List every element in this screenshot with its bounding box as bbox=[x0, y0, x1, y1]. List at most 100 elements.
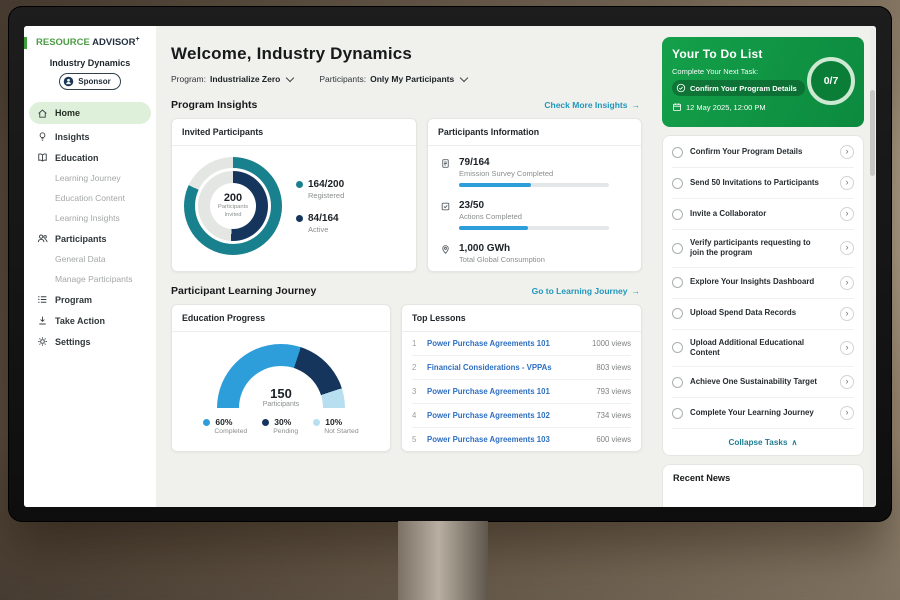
todo-next-task[interactable]: Confirm Your Program Details bbox=[672, 80, 805, 96]
participants-dropdown[interactable]: Participants: Only My Participants bbox=[319, 74, 467, 84]
lesson-link[interactable]: Power Purchase Agreements 103 bbox=[427, 435, 588, 444]
legend-active: 84/164 Active bbox=[296, 213, 344, 234]
sidebar-item-participants[interactable]: Participants bbox=[24, 228, 156, 249]
task-checkbox[interactable] bbox=[672, 342, 683, 353]
sidebar-item-home[interactable]: Home bbox=[29, 102, 151, 124]
todo-task[interactable]: Explore Your Insights Dashboard bbox=[672, 268, 854, 299]
card-title: Education Progress bbox=[172, 305, 390, 332]
logo-plus: + bbox=[135, 36, 139, 43]
learning-cards-row: Education Progress 150 Participants 60 bbox=[171, 304, 642, 452]
task-checkbox[interactable] bbox=[672, 178, 683, 189]
sidebar-item-label: Participants bbox=[55, 234, 107, 244]
section-title: Program Insights bbox=[171, 99, 257, 111]
task-checkbox[interactable] bbox=[672, 377, 683, 388]
program-dropdown[interactable]: Program: Industrialize Zero bbox=[171, 74, 293, 84]
chevron-right-icon[interactable] bbox=[840, 375, 854, 389]
recent-news-card: Recent News bbox=[662, 464, 864, 507]
sidebar-item-learning-insights[interactable]: Learning Insights bbox=[24, 208, 156, 228]
participants-information-card: Participants Information 79/164 Emission… bbox=[427, 118, 642, 272]
task-checkbox[interactable] bbox=[672, 243, 683, 254]
task-label: Achieve One Sustainability Target bbox=[690, 377, 833, 387]
lesson-link[interactable]: Financial Considerations - VPPAs bbox=[427, 363, 588, 372]
top-lessons-card: Top Lessons 1 Power Purchase Agreements … bbox=[401, 304, 642, 452]
sidebar-item-take-action[interactable]: Take Action bbox=[24, 310, 156, 331]
main-content: Welcome, Industry Dynamics Program: Indu… bbox=[156, 26, 654, 507]
sidebar-item-learning-journey[interactable]: Learning Journey bbox=[24, 168, 156, 188]
stat-label: Actions Completed bbox=[459, 212, 609, 221]
collapse-label: Collapse Tasks bbox=[728, 438, 787, 447]
sidebar-item-education[interactable]: Education bbox=[24, 147, 156, 168]
lessons-list: 1 Power Purchase Agreements 101 1000 vie… bbox=[402, 332, 641, 451]
go-to-learning-journey-link[interactable]: Go to Learning Journey → bbox=[532, 286, 640, 296]
sidebar: RESOURCE ADVISOR+ Industry Dynamics Spon… bbox=[24, 26, 157, 507]
chevron-right-icon[interactable] bbox=[840, 341, 854, 355]
sidebar-item-label: Manage Participants bbox=[55, 274, 133, 284]
participants-icon bbox=[37, 233, 48, 244]
legend-completed: 60% Completed bbox=[203, 417, 247, 435]
scrollbar-track[interactable] bbox=[870, 28, 875, 505]
progress-bar bbox=[459, 183, 609, 187]
chevron-right-icon[interactable] bbox=[840, 145, 854, 159]
todo-header-card: Your To Do List Complete Your Next Task:… bbox=[662, 37, 864, 127]
todo-task[interactable]: Upload Spend Data Records bbox=[672, 299, 854, 330]
gauge-center-value: 150 bbox=[217, 386, 345, 401]
lesson-views: 600 views bbox=[596, 435, 631, 444]
todo-task[interactable]: Verify participants requesting to join t… bbox=[672, 230, 854, 268]
todo-task[interactable]: Upload Additional Educational Content bbox=[672, 330, 854, 368]
sidebar-item-insights[interactable]: Insights bbox=[24, 126, 156, 147]
lesson-views: 734 views bbox=[596, 411, 631, 420]
todo-task[interactable]: Confirm Your Program Details bbox=[672, 137, 854, 168]
sidebar-item-settings[interactable]: Settings bbox=[24, 331, 156, 352]
todo-next-task-label: Confirm Your Program Details bbox=[690, 84, 797, 93]
chevron-right-icon[interactable] bbox=[840, 176, 854, 190]
lesson-link[interactable]: Power Purchase Agreements 101 bbox=[427, 339, 584, 348]
task-label: Confirm Your Program Details bbox=[690, 147, 833, 157]
legend-value: 60% bbox=[215, 417, 232, 427]
check-more-insights-link[interactable]: Check More Insights → bbox=[544, 100, 640, 110]
lesson-link[interactable]: Power Purchase Agreements 101 bbox=[427, 387, 588, 396]
gear-icon bbox=[37, 336, 48, 347]
progress-bar bbox=[459, 226, 609, 230]
stat-actions-completed: 23/50 Actions Completed bbox=[440, 194, 629, 237]
chevron-right-icon[interactable] bbox=[840, 406, 854, 420]
arrow-right-icon: → bbox=[632, 286, 641, 296]
task-checkbox[interactable] bbox=[672, 209, 683, 220]
stat-value: 23/50 bbox=[459, 200, 609, 211]
todo-task[interactable]: Complete Your Learning Journey bbox=[672, 398, 854, 429]
legend-registered: 164/200 Registered bbox=[296, 179, 344, 200]
education-icon bbox=[37, 152, 48, 163]
card-title: Participants Information bbox=[428, 119, 641, 146]
sidebar-item-program[interactable]: Program bbox=[24, 289, 156, 310]
chevron-right-icon[interactable] bbox=[840, 276, 854, 290]
sidebar-item-education-content[interactable]: Education Content bbox=[24, 188, 156, 208]
lesson-link[interactable]: Power Purchase Agreements 102 bbox=[427, 411, 588, 420]
sidebar-item-label: Take Action bbox=[55, 316, 105, 326]
sidebar-item-label: General Data bbox=[55, 254, 106, 264]
chevron-right-icon[interactable] bbox=[840, 307, 854, 321]
survey-icon bbox=[440, 158, 451, 187]
sponsor-badge[interactable]: Sponsor bbox=[59, 73, 120, 90]
todo-task[interactable]: Achieve One Sustainability Target bbox=[672, 367, 854, 398]
participants-value: Only My Participants bbox=[370, 74, 454, 84]
program-insights-header: Program Insights Check More Insights → bbox=[171, 99, 640, 111]
sidebar-item-general-data[interactable]: General Data bbox=[24, 249, 156, 269]
lesson-rank: 4 bbox=[412, 411, 419, 420]
gauge-center: 150 Participants bbox=[217, 386, 345, 408]
todo-task[interactable]: Send 50 Invitations to Participants bbox=[672, 168, 854, 199]
legend-value: 10% bbox=[325, 417, 342, 427]
task-checkbox[interactable] bbox=[672, 277, 683, 288]
sidebar-item-label: Insights bbox=[55, 132, 90, 142]
chevron-right-icon[interactable] bbox=[840, 207, 854, 221]
todo-task[interactable]: Invite a Collaborator bbox=[672, 199, 854, 230]
checkbox-icon bbox=[440, 201, 451, 230]
donut-center: 200 Participants Invited bbox=[210, 183, 256, 229]
scrollbar-thumb[interactable] bbox=[870, 90, 875, 176]
participants-label: Participants: bbox=[319, 74, 366, 84]
task-checkbox[interactable] bbox=[672, 147, 683, 158]
task-checkbox[interactable] bbox=[672, 308, 683, 319]
chevron-right-icon[interactable] bbox=[840, 241, 854, 255]
sidebar-item-label: Program bbox=[55, 295, 92, 305]
collapse-tasks-link[interactable]: Collapse Tasks ∧ bbox=[672, 429, 854, 454]
task-checkbox[interactable] bbox=[672, 408, 683, 419]
sidebar-item-manage-participants[interactable]: Manage Participants bbox=[24, 269, 156, 289]
